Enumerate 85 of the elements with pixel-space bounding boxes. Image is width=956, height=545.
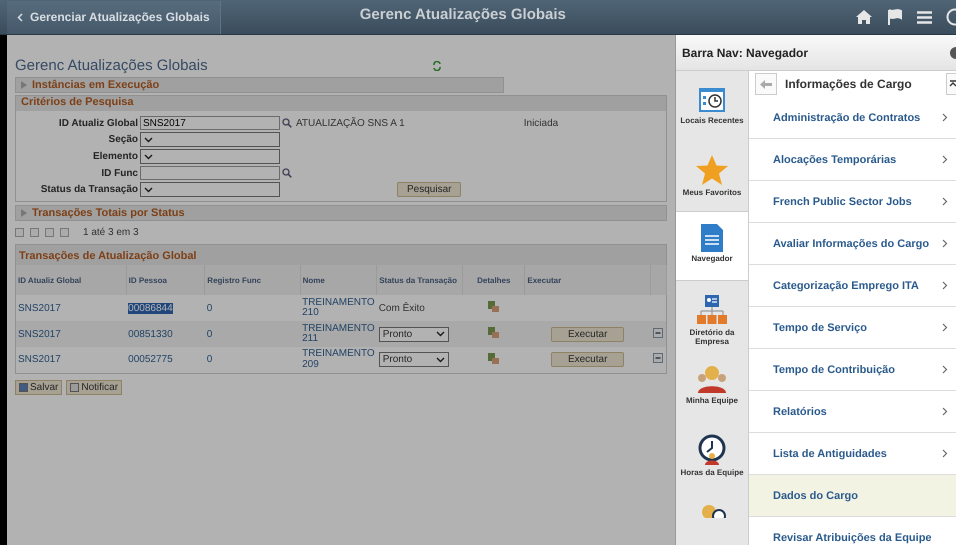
status-dropdown[interactable]: Pronto [378,352,449,368]
chevron-right-icon [942,449,948,458]
chevron-right-icon [942,365,948,374]
table-cell: 0 [206,354,212,366]
chevron-left-icon [17,12,23,22]
panel-title: Barra Nav: Navegador [682,46,808,60]
table-cell: 0 [206,328,212,340]
dropdown-field[interactable] [140,132,280,147]
team-icon [695,364,729,394]
menu-item[interactable]: Dados do Cargo [749,475,956,517]
first-page-icon[interactable] [15,228,24,237]
table-cell: SNS2017 [18,328,61,340]
column-header: Nome [300,265,377,295]
home-icon[interactable] [855,9,873,25]
search-icon[interactable] [282,118,292,128]
chevron-right-icon [942,407,948,416]
pager-text: 1 até 3 em 3 [83,227,139,238]
status-dropdown[interactable]: Pronto [378,326,449,342]
column-header: Status da Transação [376,265,463,295]
notify-button[interactable]: Notificar [66,380,122,394]
document-icon [701,224,723,252]
star-icon [695,154,729,186]
search-icon[interactable] [282,168,292,178]
last-page-icon[interactable] [60,228,69,237]
flag-icon[interactable] [887,9,903,25]
grid-title: Transações de Atualização Global [19,250,196,262]
org-chart-icon [696,294,728,326]
execute-button[interactable]: Executar [550,326,624,342]
column-header: Executar [524,265,650,295]
page-title: Gerenc Atualizações Globais [15,57,208,74]
chevron-right-icon [942,155,948,164]
details-icon[interactable] [488,327,500,338]
name-link[interactable]: TREINAMENTO 210 [302,298,375,318]
status-text: Com Êxito [378,302,425,314]
panel-title: Critérios de Pesquisa [16,96,666,111]
execute-button[interactable]: Executar [550,352,624,368]
input-field[interactable]: SNS2017 [140,116,280,130]
delete-row-icon[interactable] [652,353,662,364]
input-field[interactable] [140,166,280,180]
delete-row-icon[interactable] [652,328,662,338]
header-title: Gerenc Atualizações Globais [358,6,567,22]
column-header: ID Atualiz Global [16,265,126,295]
menu-icon[interactable] [917,10,932,24]
column-header: Registro Func [204,265,300,295]
refresh-icon[interactable] [432,60,442,70]
details-icon[interactable] [488,301,500,312]
column-header: Detalhes [462,265,525,295]
next-page-icon[interactable] [45,228,54,237]
dropdown-caret-icon [436,331,445,337]
person-id-link[interactable]: 00052775 [128,354,173,366]
dropdown-caret-icon [144,154,153,160]
previous-page-icon[interactable] [30,228,39,237]
name-link[interactable]: TREINAMENTO 209 [302,349,375,370]
folder-title: Informações de Cargo [785,77,913,91]
table-cell: SNS2017 [18,354,61,366]
table-cell: SNS2017 [18,302,61,314]
dropdown-caret-icon [436,356,445,363]
table-cell: 0 [206,302,212,314]
dropdown-caret-icon [144,136,153,142]
chevron-right-icon [942,323,948,332]
chevron-right-icon [942,197,948,206]
chevron-right-icon [942,239,948,248]
field-label: Elemento [92,151,138,162]
chevron-right-icon [942,113,948,122]
dropdown-caret-icon [144,186,153,192]
details-icon[interactable] [488,352,500,364]
collapse-top-icon[interactable] [946,73,956,95]
column-header: ID Pessoa [126,265,205,295]
field-label: Status da Transação [40,184,138,195]
dropdown-field[interactable] [140,149,280,164]
arrow-left-icon [760,80,772,88]
chevron-right-icon [942,281,948,290]
save-button[interactable]: Salvar [15,380,62,394]
person-id-link[interactable]: 00086844 [128,302,173,314]
clock-team-icon [696,434,728,466]
field-label: ID Func [100,168,138,178]
back-arrow-button[interactable] [755,73,777,95]
description-text: ATUALIZAÇÃO SNS A 1 [296,118,405,128]
field-label: ID Atualiz Global [58,118,138,128]
status-text: Iniciada [524,118,558,128]
dropdown-field[interactable] [140,182,280,197]
field-label: Seção [108,134,138,145]
nav-tile[interactable]: Navegador [676,211,748,281]
back-button[interactable]: Gerenciar Atualizações Globais [7,0,221,34]
search-button[interactable]: Pesquisar [397,182,462,197]
